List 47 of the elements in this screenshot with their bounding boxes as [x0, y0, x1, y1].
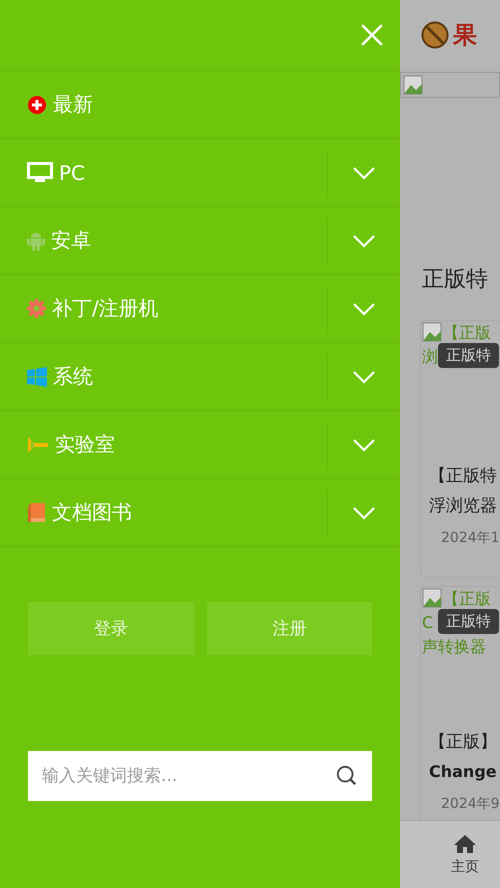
plus-circle-icon — [27, 94, 47, 114]
tooltip: 正版特 — [438, 343, 499, 368]
article-link[interactable]: C — [422, 611, 434, 635]
megaphone-icon — [27, 434, 49, 454]
article-title: Change — [429, 761, 498, 783]
chevron-down-icon[interactable] — [352, 370, 376, 384]
home-icon[interactable] — [453, 834, 477, 854]
article-title: 浮浏览器 — [429, 495, 498, 518]
menu-item[interactable]: 文档图书 — [0, 479, 327, 546]
article-link[interactable]: 声转换器 — [422, 635, 486, 659]
logo-text: 果 — [453, 20, 477, 51]
menu-item[interactable]: 系统 — [0, 343, 327, 410]
article-link[interactable]: 浏 — [422, 345, 438, 369]
chevron-down-icon[interactable] — [352, 234, 376, 248]
auth-button[interactable]: 注册 — [206, 602, 372, 655]
book-icon — [27, 502, 46, 523]
article-title: 【正版特 — [429, 465, 498, 488]
menu-item[interactable]: PC — [0, 139, 327, 206]
auth-button[interactable]: 登录 — [28, 602, 194, 655]
close-icon[interactable] — [360, 23, 384, 47]
image-icon — [422, 588, 442, 608]
logo-icon — [421, 21, 449, 49]
image-icon — [422, 322, 442, 342]
search-field[interactable]: 输入关键词搜索... — [28, 751, 372, 801]
monitor-icon — [27, 162, 53, 184]
section-heading: 正版特 — [421, 266, 489, 294]
image-icon — [403, 75, 423, 95]
nav-label[interactable]: 主页 — [451, 858, 479, 876]
article-card[interactable]: 【正版 浏 正版特 【正版特 浮浏览器 2024年1 — [420, 320, 500, 578]
menu-item[interactable]: 补丁/注册机 — [0, 275, 327, 342]
article-date: 2024年1 — [440, 529, 500, 547]
tooltip: 正版特 — [438, 609, 499, 634]
menu-item[interactable]: 安卓 — [0, 207, 327, 274]
chevron-down-icon[interactable] — [352, 438, 376, 452]
article-date: 2024年9 — [440, 795, 500, 813]
menu-item[interactable]: 最新 — [0, 71, 400, 138]
article-link[interactable]: 【正版 — [422, 587, 491, 611]
search-icon[interactable] — [336, 765, 358, 787]
chevron-down-icon[interactable] — [352, 506, 376, 520]
robot-icon — [27, 230, 45, 250]
gear-icon — [27, 299, 46, 318]
windows-icon — [27, 366, 47, 386]
chevron-down-icon[interactable] — [352, 166, 376, 180]
article-link[interactable]: 【正版 — [422, 321, 491, 345]
chevron-down-icon[interactable] — [352, 302, 376, 316]
menu-item[interactable]: 实验室 — [0, 411, 327, 478]
article-title: 【正版】 — [429, 731, 498, 754]
